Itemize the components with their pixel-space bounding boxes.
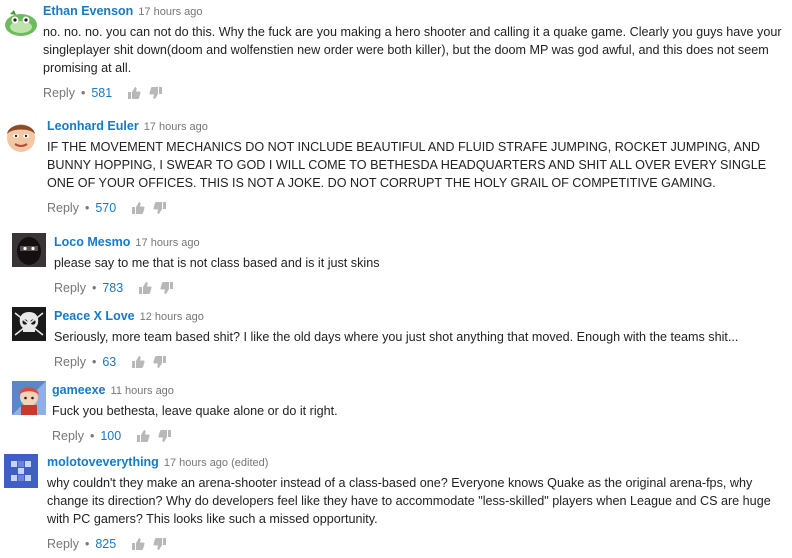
comment-text: no. no. no. you can not do this. Why the… (43, 25, 782, 75)
avatar[interactable] (12, 307, 46, 341)
timestamp[interactable]: 17 hours ago (edited) (164, 457, 269, 469)
avatar[interactable] (4, 4, 38, 38)
blue-grid-avatar-icon (4, 454, 38, 488)
thumbs-down-icon[interactable] (158, 429, 172, 443)
comment-text: why couldn't they make an arena-shooter … (47, 476, 771, 526)
like-count[interactable]: 783 (102, 280, 123, 296)
reply-button[interactable]: Reply (47, 200, 79, 216)
timestamp[interactable]: 17 hours ago (138, 6, 202, 18)
cartoon-face-avatar-icon (4, 119, 38, 153)
comment-text: IF THE MOVEMENT MECHANICS DO NOT INCLUDE… (47, 140, 767, 190)
thumbs-down-icon[interactable] (149, 86, 163, 100)
comment-actions: Reply • 63 (54, 354, 788, 370)
thumbs-up-icon[interactable] (131, 201, 145, 215)
comment-text: Seriously, more team based shit? I like … (54, 330, 739, 344)
author-name[interactable]: gameexe (52, 383, 106, 397)
comment-actions: Reply • 570 (47, 200, 788, 216)
avatar[interactable] (4, 454, 38, 488)
reply-button[interactable]: Reply (54, 354, 86, 370)
like-count[interactable]: 100 (100, 428, 121, 444)
thumbs-down-icon[interactable] (160, 281, 174, 295)
avatar[interactable] (12, 381, 46, 415)
thumbs-up-icon[interactable] (138, 281, 152, 295)
like-count[interactable]: 570 (95, 200, 116, 216)
author-name[interactable]: Peace X Love (54, 309, 135, 323)
separator-dot: • (91, 281, 97, 295)
separator-dot: • (80, 86, 86, 100)
masked-figure-avatar-icon (12, 233, 46, 267)
thumbs-up-icon[interactable] (127, 86, 141, 100)
comment-actions: Reply • 581 (43, 85, 788, 101)
comment-actions: Reply • 783 (54, 280, 788, 296)
thumbs-up-icon[interactable] (131, 355, 145, 369)
like-count[interactable]: 581 (91, 85, 112, 101)
comment-text: Fuck you bethesta, leave quake alone or … (52, 404, 338, 418)
timestamp[interactable]: 17 hours ago (144, 121, 208, 133)
comment-actions: Reply • 100 (52, 428, 788, 444)
thumbs-up-icon[interactable] (136, 429, 150, 443)
avatar[interactable] (4, 119, 38, 153)
thumbs-down-icon[interactable] (153, 537, 167, 551)
skull-logo-avatar-icon (12, 307, 46, 341)
comment-actions: Reply • 825 (47, 536, 788, 552)
separator-dot: • (84, 537, 90, 551)
anime-character-avatar-icon (12, 381, 46, 415)
reply-button[interactable]: Reply (52, 428, 84, 444)
separator-dot: • (91, 355, 97, 369)
reply-button[interactable]: Reply (54, 280, 86, 296)
comment-text: please say to me that is not class based… (54, 256, 380, 270)
author-name[interactable]: Leonhard Euler (47, 119, 139, 133)
thumbs-down-icon[interactable] (153, 201, 167, 215)
thumbs-up-icon[interactable] (131, 537, 145, 551)
like-count[interactable]: 825 (95, 536, 116, 552)
reply-button[interactable]: Reply (43, 85, 75, 101)
like-count[interactable]: 63 (102, 354, 116, 370)
separator-dot: • (89, 429, 95, 443)
author-name[interactable]: molotoveverything (47, 455, 159, 469)
separator-dot: • (84, 201, 90, 215)
author-name[interactable]: Ethan Evenson (43, 4, 133, 18)
timestamp[interactable]: 12 hours ago (140, 311, 204, 323)
reply-button[interactable]: Reply (47, 536, 79, 552)
timestamp[interactable]: 17 hours ago (135, 237, 199, 249)
avatar[interactable] (12, 233, 46, 267)
thumbs-down-icon[interactable] (153, 355, 167, 369)
author-name[interactable]: Loco Mesmo (54, 235, 130, 249)
timestamp[interactable]: 11 hours ago (111, 385, 174, 397)
green-blob-avatar-icon (4, 4, 38, 38)
